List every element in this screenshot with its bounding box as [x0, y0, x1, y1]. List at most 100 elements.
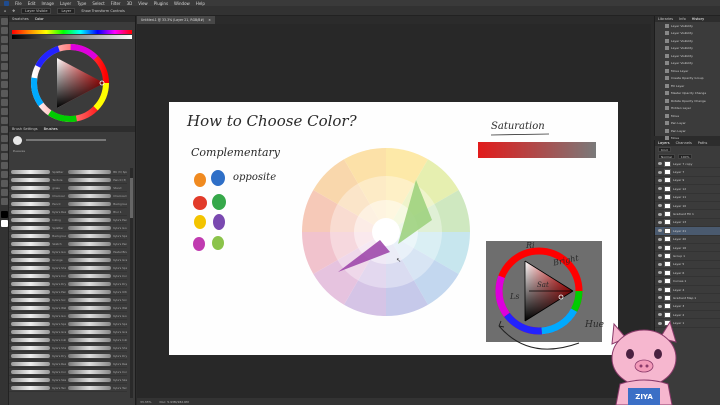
history-item[interactable]: Layer Visibility	[655, 45, 720, 53]
brush-preset-item[interactable]: Kyle's Real Watercolor Kyle's Real Waterc…	[9, 360, 127, 368]
brush-tip-preview[interactable]	[13, 135, 22, 145]
history-item[interactable]: Layer Visibility	[655, 60, 720, 68]
layer-row[interactable]: Curves 1	[655, 277, 720, 286]
dodge-tool-icon[interactable]	[1, 144, 8, 151]
eye-icon[interactable]	[658, 204, 662, 208]
eye-icon[interactable]	[658, 195, 662, 199]
layer-row[interactable]: Layer 11	[655, 194, 720, 202]
scrollbar-thumb[interactable]	[130, 178, 133, 218]
layer-row[interactable]: Layer 16	[655, 244, 720, 253]
brush-preset-item[interactable]: Kyle's Gouache 2 Kyle's Gouache 2	[9, 312, 127, 320]
eye-icon[interactable]	[658, 246, 662, 250]
eye-icon[interactable]	[658, 271, 662, 275]
brush-preset-item[interactable]: Texture Pencil (3) 1	[9, 176, 127, 184]
brush-preset-item[interactable]: Kyle's Gouache Pastel Brush	[9, 248, 127, 256]
eyedropper-tool-icon[interactable]	[1, 72, 8, 79]
document-tab[interactable]: Untitled-1 @ 33.3% (Layer 21, RGB/8#) ×	[137, 16, 215, 24]
history-item[interactable]: Fill Layer	[655, 82, 720, 90]
brush-preset-item[interactable]: Background Kyle's Spatter	[9, 232, 127, 240]
brush-preset-item[interactable]: Kyle's Concept 2 Kyle's Concept 2	[9, 368, 127, 376]
gradient-tool-icon[interactable]	[1, 126, 8, 133]
hand-tool-icon[interactable]	[1, 189, 8, 196]
document-canvas[interactable]: How to Choose Color? Complementary oppos…	[169, 102, 618, 355]
brush-preset-item[interactable]: grass Stand	[9, 184, 127, 192]
history-item[interactable]: Layer Visibility	[655, 52, 720, 60]
mode-dropdown[interactable]: Layer	[57, 7, 76, 14]
brush-preset-item[interactable]: Kyle's Dry 2 Kyle's Dry 2	[9, 352, 127, 360]
menu-type[interactable]: Type	[77, 1, 86, 6]
brush-preset-item[interactable]: Kyle's Sketch Kyle's Sketch	[9, 376, 127, 384]
layer-row[interactable]: Layer 13	[655, 219, 720, 228]
history-item[interactable]: Pen Layer	[655, 120, 720, 128]
tab-history[interactable]: History	[692, 17, 704, 21]
layer-row[interactable]: Layer 7	[655, 168, 720, 177]
menu-3d[interactable]: 3D	[127, 1, 133, 6]
eye-icon[interactable]	[658, 279, 662, 283]
eye-icon[interactable]	[658, 187, 662, 191]
tab-brush-settings[interactable]: Brush Settings	[12, 127, 38, 131]
menu-plugins[interactable]: Plugins	[154, 1, 168, 6]
tab-channels[interactable]: Channels	[676, 141, 692, 145]
menu-filter[interactable]: Filter	[111, 1, 121, 6]
crop-tool-icon[interactable]	[1, 54, 8, 61]
layer-row[interactable]: Layer 6	[655, 269, 720, 278]
history-item[interactable]: Master Opacity Change	[655, 90, 720, 98]
zoom-level[interactable]: 33.33%	[140, 400, 151, 404]
layer-row[interactable]: Gradient Fill 1	[655, 210, 720, 219]
brush-preset-item[interactable]: Kyle's Concept Kyle's Concept Brushes – P…	[9, 272, 127, 280]
hue-slider[interactable]	[12, 30, 132, 34]
layer-row[interactable]: Layer 10	[655, 202, 720, 211]
brush-preset-item[interactable]: Kyle's Watercolor Kyle's Watercolor	[9, 304, 127, 312]
layer-row[interactable]: Layer 9	[655, 177, 720, 186]
menu-image[interactable]: Image	[41, 1, 54, 6]
lasso-tool-icon[interactable]	[1, 36, 8, 43]
menu-select[interactable]: Select	[92, 1, 104, 6]
history-item[interactable]: Layer Visibility	[655, 22, 720, 30]
layer-row[interactable]: Layer 4	[655, 286, 720, 295]
tab-layers[interactable]: Layers	[658, 141, 670, 145]
brush-preset-item[interactable]: Kyle's Real Pencil Blur 1	[9, 208, 127, 216]
tab-swatches[interactable]: Swatches	[12, 17, 29, 21]
menu-window[interactable]: Window	[174, 1, 190, 6]
filter-kind-dropdown[interactable]: Kind	[658, 147, 671, 152]
menu-layer[interactable]: Layer	[60, 1, 71, 6]
eye-icon[interactable]	[658, 304, 662, 308]
brush-preset-item[interactable]: Kyle's Texture Kyle's Texture	[9, 384, 127, 392]
tab-paths[interactable]: Paths	[698, 141, 708, 145]
brush-preset-item[interactable]: Kyle's Pencil Kyle's Ultimate Inking	[9, 288, 127, 296]
quick-select-tool-icon[interactable]	[1, 45, 8, 52]
brightness-slider[interactable]	[12, 35, 132, 39]
brush-preset-item[interactable]: Kyle's Shader 3 Kyle's Shader 3	[9, 344, 127, 352]
history-item[interactable]: Move	[655, 112, 720, 120]
brush-preset-item[interactable]: Charcoal Charcoal (1)	[9, 192, 127, 200]
eye-icon[interactable]	[658, 229, 662, 233]
brush-preset-item[interactable]: Inking Kyle's Pencil – 1	[9, 216, 127, 224]
blend-mode-dropdown[interactable]: Normal	[658, 154, 675, 159]
pen-tool-icon[interactable]	[1, 153, 8, 160]
type-tool-icon[interactable]	[1, 162, 8, 169]
foreground-color-swatch[interactable]	[1, 211, 8, 218]
marquee-tool-icon[interactable]	[1, 27, 8, 34]
tab-brushes[interactable]: Brushes	[44, 127, 58, 131]
menu-help[interactable]: Help	[196, 1, 205, 6]
layer-row[interactable]: Layer 21	[655, 227, 720, 236]
eraser-tool-icon[interactable]	[1, 117, 8, 124]
background-color-swatch[interactable]	[1, 220, 8, 227]
eye-icon[interactable]	[658, 162, 662, 166]
move-tool-icon[interactable]: ✥	[12, 9, 15, 13]
home-icon[interactable]: ⌂	[4, 9, 6, 13]
layer-row[interactable]: Layer 5	[655, 261, 720, 270]
eye-icon[interactable]	[658, 212, 662, 216]
layer-row[interactable]: Gradient Map 1	[655, 294, 720, 303]
path-select-tool-icon[interactable]	[1, 171, 8, 178]
brush-group-header[interactable]: ▾ Leaves	[9, 148, 135, 154]
eye-icon[interactable]	[658, 288, 662, 292]
eye-icon[interactable]	[658, 220, 662, 224]
frame-tool-icon[interactable]	[1, 63, 8, 70]
opacity-field[interactable]: 100%	[677, 154, 693, 159]
brush-preset-item[interactable]: Kyle's Shader Kyle's Spatter Brushes – Sp…	[9, 264, 127, 272]
menu-file[interactable]: File	[15, 1, 22, 6]
color-wheel[interactable]	[9, 40, 136, 126]
shape-tool-icon[interactable]	[1, 180, 8, 187]
move-tool-icon[interactable]	[1, 18, 8, 25]
